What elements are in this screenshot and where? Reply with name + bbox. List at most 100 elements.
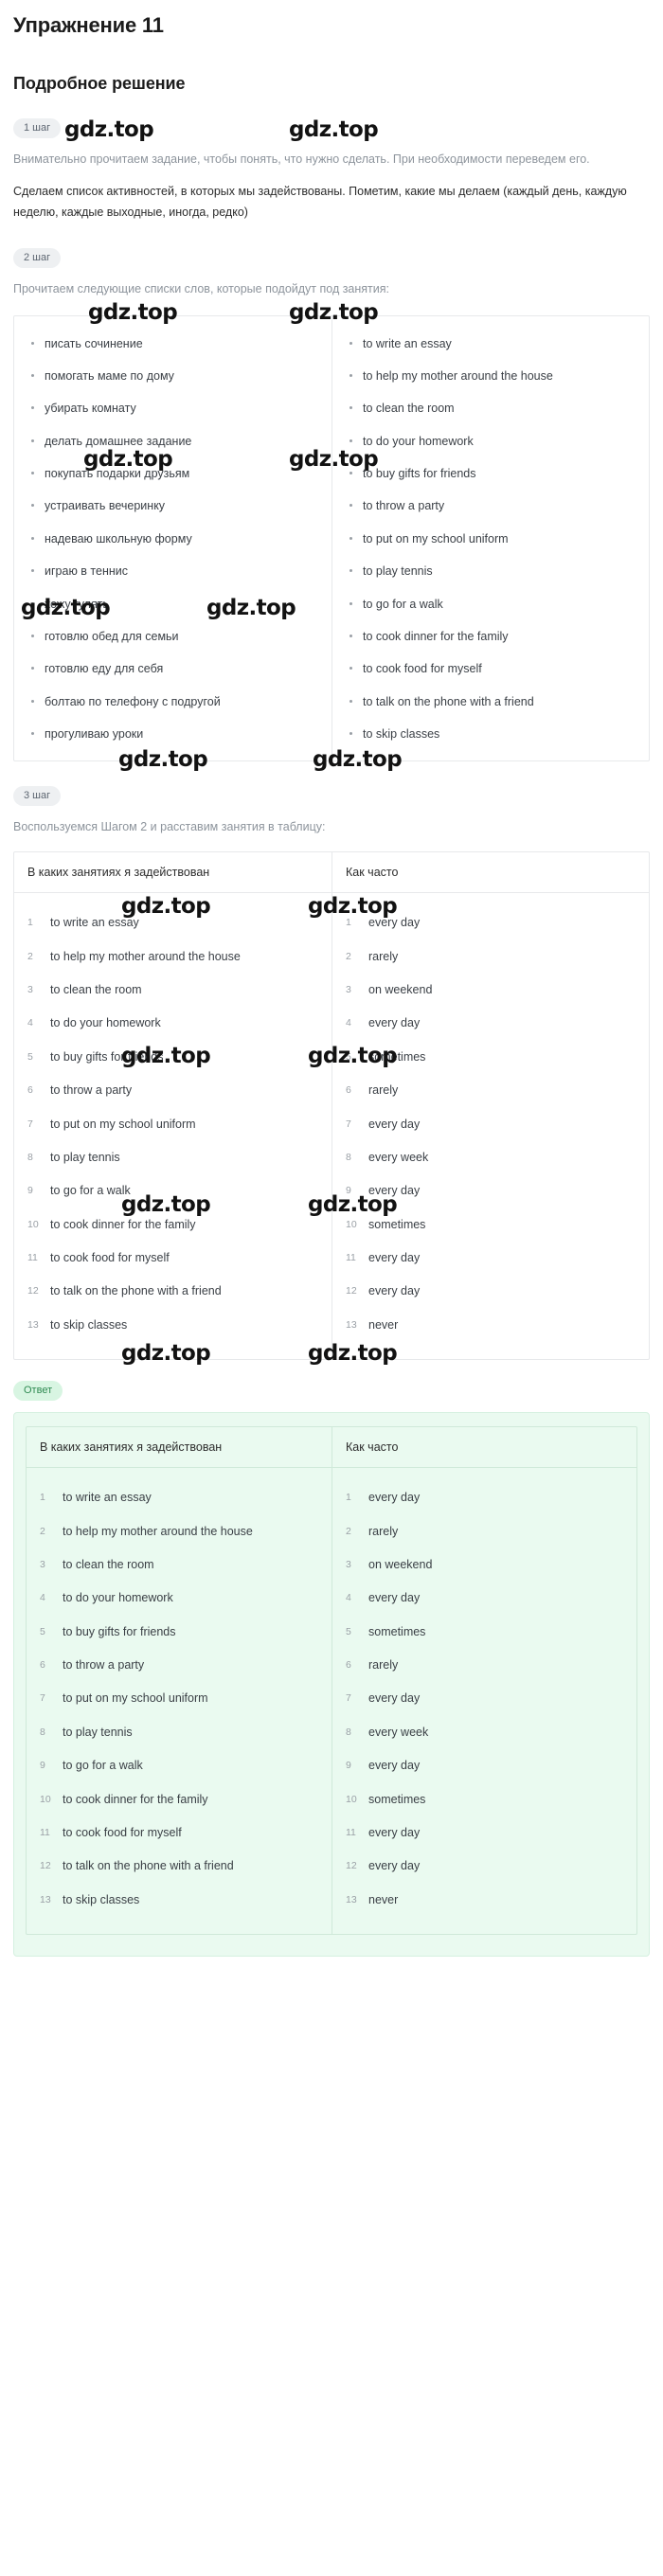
- list-item: готовлю еду для себя: [24, 660, 316, 678]
- list-item: every week: [346, 1150, 429, 1166]
- word-list-english: to write an essay to help my mother aroun…: [332, 315, 649, 761]
- activities-table-head: В каких занятиях я задействован Как част…: [14, 852, 649, 894]
- activities-table-body: to write an essay to help my mother aroun…: [14, 893, 649, 1360]
- list-item: to talk on the phone with a friend: [40, 1858, 234, 1874]
- step-badge-2: 2 шаг: [13, 247, 62, 268]
- activities-ordered-list: to write an essay to help my mother aroun…: [27, 914, 318, 1334]
- list-item: every day: [346, 1183, 421, 1199]
- list-item: to play tennis: [40, 1725, 133, 1741]
- answer-block: В каких занятиях я задействован Как част…: [13, 1412, 650, 1957]
- answer-column-header-activities: В каких занятиях я задействован: [40, 1440, 223, 1455]
- list-item: every day: [346, 1015, 421, 1031]
- step-2-paragraph-1: Прочитаем следующие списки слов, которые…: [13, 281, 390, 295]
- list-item: every day: [346, 1490, 421, 1506]
- list-item: to cook food for myself: [27, 1250, 170, 1266]
- activities-table: В каких занятиях я задействован Как част…: [13, 851, 650, 1361]
- list-item: to help my mother around the house: [27, 949, 241, 965]
- list-item: to play tennis: [27, 1150, 120, 1166]
- list-item: to do your homework: [27, 1015, 161, 1031]
- answer-table: В каких занятиях я задействован Как част…: [26, 1426, 637, 1935]
- list-item: играю в теннис: [24, 563, 316, 581]
- list-item: to buy gifts for friends: [40, 1624, 176, 1640]
- list-item: надеваю школьную форму: [24, 530, 316, 548]
- answer-cell-frequency: every day rarely on weekend every day someti…: [332, 1468, 636, 1934]
- list-item: to put on my school uniform: [40, 1690, 208, 1707]
- answer-frequency-ordered-list: every day rarely on weekend every day someti…: [346, 1489, 623, 1909]
- list-item: every week: [346, 1725, 429, 1741]
- list-item: to go for a walk: [27, 1183, 131, 1199]
- list-item: to clean the room: [40, 1557, 154, 1573]
- list-item: to help my mother around the house: [40, 1524, 253, 1540]
- answer-table-head: В каких занятиях я задействован Как част…: [27, 1427, 636, 1469]
- list-item: хожу гулять: [24, 596, 316, 614]
- list-item: to throw a party: [27, 1082, 133, 1099]
- step-1-paragraph-2: Сделаем список активностей, в которых мы…: [13, 184, 627, 219]
- list-item: to throw a party: [342, 497, 634, 515]
- list-item: rarely: [346, 949, 399, 965]
- list-item: to do your homework: [342, 433, 634, 451]
- solution-page: Упражнение 11 Подробное решение 1 шаг Вн…: [0, 13, 663, 1985]
- list-item: every day: [346, 1250, 421, 1266]
- list-item: on weekend: [346, 982, 433, 998]
- list-item: to cook dinner for the family: [27, 1217, 196, 1233]
- step-1-paragraph-1: Внимательно прочитаем задание, чтобы пон…: [13, 152, 590, 166]
- list-item: sometimes: [346, 1049, 426, 1065]
- list-item: to skip classes: [27, 1317, 128, 1333]
- solution-heading: Подробное решение: [13, 74, 186, 93]
- russian-list: писать сочинение помогать маме по дому уби…: [24, 335, 316, 744]
- list-item: to skip classes: [342, 725, 634, 743]
- answer-table-body: to write an essay to help my mother aroun…: [27, 1468, 636, 1934]
- word-list-box: писать сочинение помогать маме по дому уби…: [13, 314, 650, 762]
- list-item: убирать комнату: [24, 400, 316, 418]
- list-item: to clean the room: [27, 982, 142, 998]
- list-item: to write an essay: [40, 1490, 152, 1506]
- frequency-ordered-list: every day rarely on weekend every day someti…: [346, 914, 636, 1334]
- list-item: готовлю обед для семьи: [24, 628, 316, 646]
- answer-badge: Ответ: [13, 1381, 63, 1402]
- step-badge-1: 1 шаг: [13, 118, 62, 138]
- page-title: Упражнение 11: [13, 13, 164, 37]
- column-header-frequency: Как часто: [332, 852, 649, 893]
- list-item: to go for a walk: [342, 596, 634, 614]
- list-item: to go for a walk: [40, 1758, 143, 1774]
- list-item: делать домашнее задание: [24, 433, 316, 451]
- cell-activities: to write an essay to help my mother aroun…: [14, 893, 332, 1359]
- list-item: every day: [346, 1117, 421, 1133]
- step-badge-3: 3 шаг: [13, 786, 62, 807]
- list-item: sometimes: [346, 1624, 426, 1640]
- list-item: to put on my school uniform: [342, 530, 634, 548]
- list-item: to buy gifts for friends: [342, 465, 634, 483]
- list-item: every day: [346, 1858, 421, 1874]
- list-item: rarely: [346, 1524, 399, 1540]
- list-item: to throw a party: [40, 1657, 145, 1673]
- list-item: устраивать вечеринку: [24, 497, 316, 515]
- step-3-paragraph-1: Воспользуемся Шагом 2 и расставим заняти…: [13, 820, 326, 834]
- list-item: to cook dinner for the family: [342, 628, 634, 646]
- list-item: on weekend: [346, 1557, 433, 1573]
- column-header-activities: В каких занятиях я задействован: [27, 866, 210, 880]
- list-item: to play tennis: [342, 563, 634, 581]
- word-list-russian: писать сочинение помогать маме по дому уби…: [14, 316, 332, 761]
- cell-frequency: every day rarely on weekend every day someti…: [332, 893, 649, 1360]
- list-item: to do your homework: [40, 1590, 173, 1606]
- list-item: прогуливаю уроки: [24, 725, 316, 743]
- list-item: to skip classes: [40, 1892, 140, 1908]
- list-item: to write an essay: [342, 335, 634, 353]
- answer-column-header-frequency: Как часто: [332, 1427, 636, 1468]
- list-item: писать сочинение: [24, 335, 316, 353]
- list-item: every day: [346, 1758, 421, 1774]
- list-item: rarely: [346, 1657, 399, 1673]
- list-item: sometimes: [346, 1792, 426, 1808]
- watermark-text: gdz.top: [64, 117, 154, 142]
- list-item: to buy gifts for friends: [27, 1049, 164, 1065]
- english-list: to write an essay to help my mother aroun…: [342, 335, 634, 744]
- list-item: to help my mother around the house: [342, 367, 634, 385]
- list-item: every day: [346, 915, 421, 931]
- list-item: to cook food for myself: [40, 1825, 182, 1841]
- list-item: every day: [346, 1283, 421, 1299]
- list-item: покупать подарки друзьям: [24, 465, 316, 483]
- list-item: to cook dinner for the family: [40, 1792, 208, 1808]
- list-item: to talk on the phone with a friend: [342, 693, 634, 711]
- list-item: to cook food for myself: [342, 660, 634, 678]
- list-item: to talk on the phone with a friend: [27, 1283, 222, 1299]
